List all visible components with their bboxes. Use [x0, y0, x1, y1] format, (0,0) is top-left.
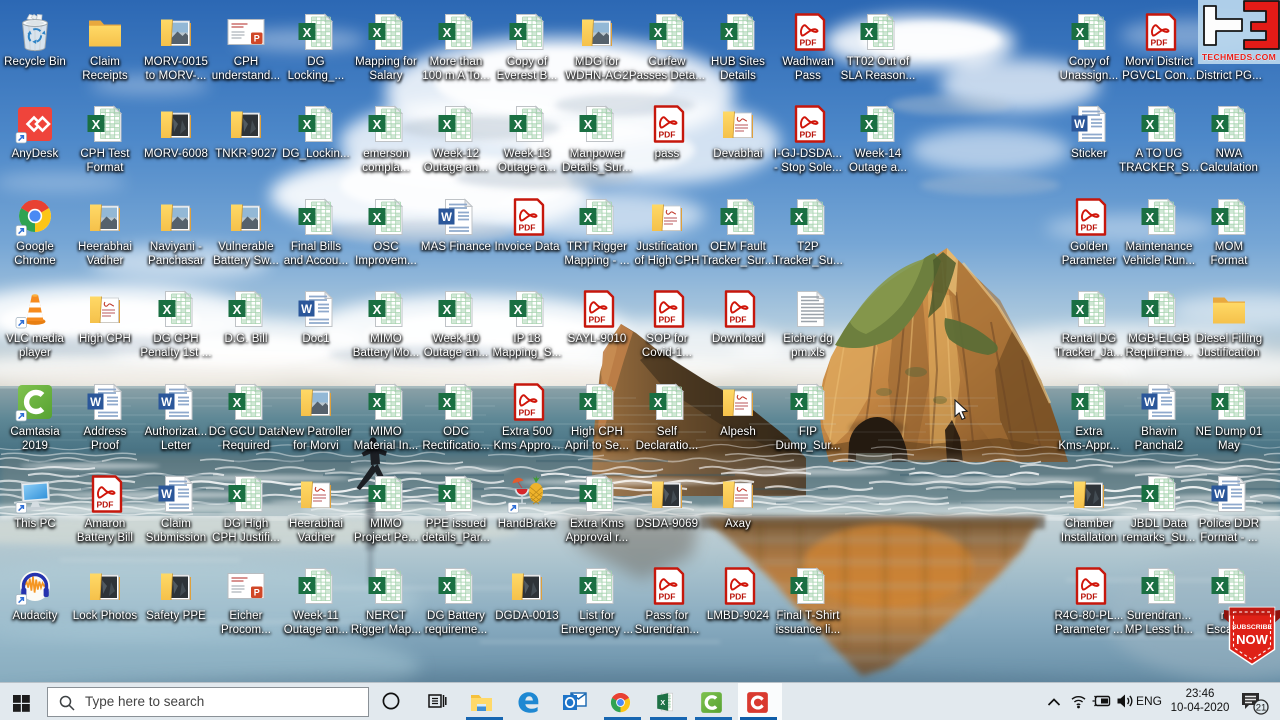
- svg-text:21: 21: [1256, 702, 1267, 713]
- svg-text:SUBSCRIBE: SUBSCRIBE: [1232, 624, 1272, 631]
- svg-text:TECHMEDS.COM: TECHMEDS.COM: [1202, 52, 1276, 62]
- svg-text:NOW: NOW: [1236, 632, 1269, 647]
- svg-text:X: X: [660, 699, 665, 707]
